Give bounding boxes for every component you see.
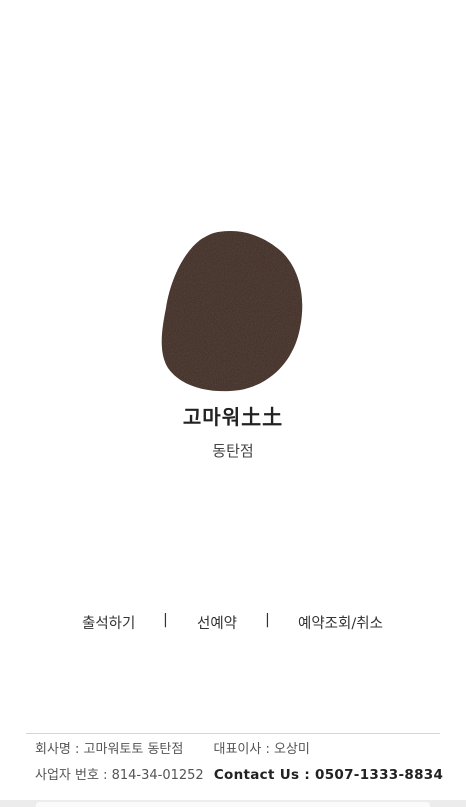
business-number: 사업자 번호 : 814-34-01252 [35, 768, 204, 783]
menu-item-reservation-lookup[interactable]: 예약조회/취소 [298, 612, 383, 633]
browser-bottom-handle [36, 802, 430, 807]
menu-item-attendance[interactable]: 출석하기 [82, 612, 135, 633]
footer: 회사명 : 고마워토토 동탄점 대표이사 : 오상미 사업자 번호 : 814-… [35, 741, 445, 791]
footer-divider [26, 733, 440, 734]
company-name: 회사명 : 고마워토토 동탄점 [35, 742, 184, 757]
logo-blob-icon [161, 230, 303, 392]
branch-name: 동탄점 [212, 442, 254, 460]
brand-name: 고마워土土 [182, 405, 284, 429]
menu-separator: | [163, 612, 168, 628]
menu-item-pre-reservation[interactable]: 선예약 [197, 612, 237, 633]
menu-separator: | [265, 612, 270, 628]
contact-phone[interactable]: Contact Us : 0507-1333-8834 [214, 767, 443, 783]
main-menu: 출석하기 | 선예약 | 예약조회/취소 [0, 612, 466, 634]
ceo-name: 대표이사 : 오상미 [213, 742, 310, 757]
